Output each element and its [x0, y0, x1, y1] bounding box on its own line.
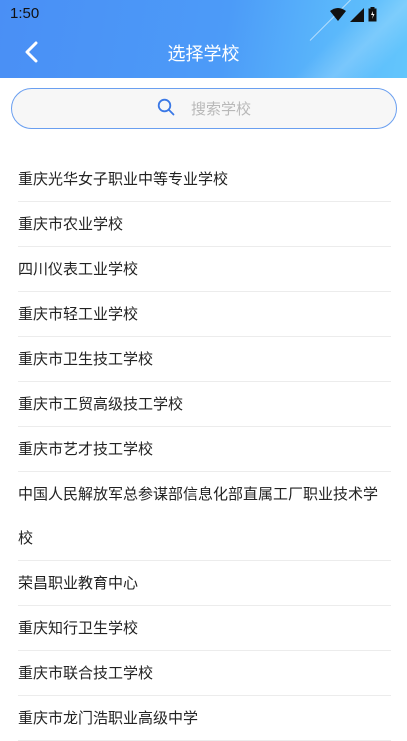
- status-bar: 1:50: [0, 0, 407, 30]
- search-placeholder: 搜索学校: [190, 100, 251, 118]
- search-icon: [157, 98, 175, 120]
- status-icons: [330, 7, 377, 22]
- list-item[interactable]: 重庆市龙门浩职业高级中学: [18, 696, 391, 741]
- list-item[interactable]: 重庆光华女子职业中等专业学校: [18, 157, 391, 202]
- signal-icon: [350, 7, 364, 22]
- list-item[interactable]: 重庆市艺才技工学校: [18, 427, 391, 472]
- list-item[interactable]: 重庆市卫生技工学校: [18, 337, 391, 382]
- wifi-icon: [330, 7, 346, 22]
- search-bar[interactable]: 搜索学校: [11, 88, 397, 129]
- list-item[interactable]: 重庆市农业学校: [18, 202, 391, 247]
- app-header: 1:50 选择学校: [0, 0, 407, 78]
- list-item[interactable]: 荣昌职业教育中心: [18, 561, 391, 606]
- list-item[interactable]: 重庆知行卫生学校: [18, 606, 391, 651]
- list-item[interactable]: 四川仪表工业学校: [18, 247, 391, 292]
- navigation-bar: 选择学校: [0, 30, 407, 74]
- battery-icon: [368, 7, 377, 22]
- list-item[interactable]: 重庆市工贸高级技工学校: [18, 382, 391, 427]
- list-item[interactable]: 重庆市联合技工学校: [18, 651, 391, 696]
- page-title: 选择学校: [167, 44, 240, 65]
- search-input[interactable]: 搜索学校: [11, 88, 397, 129]
- list-item[interactable]: 中国人民解放军总参谋部信息化部直属工厂职业技术学校: [18, 472, 391, 561]
- school-list: 重庆光华女子职业中等专业学校 重庆市农业学校 四川仪表工业学校 重庆市轻工业学校…: [0, 157, 407, 741]
- status-time: 1:50: [10, 5, 40, 22]
- list-item[interactable]: 重庆市轻工业学校: [18, 292, 391, 337]
